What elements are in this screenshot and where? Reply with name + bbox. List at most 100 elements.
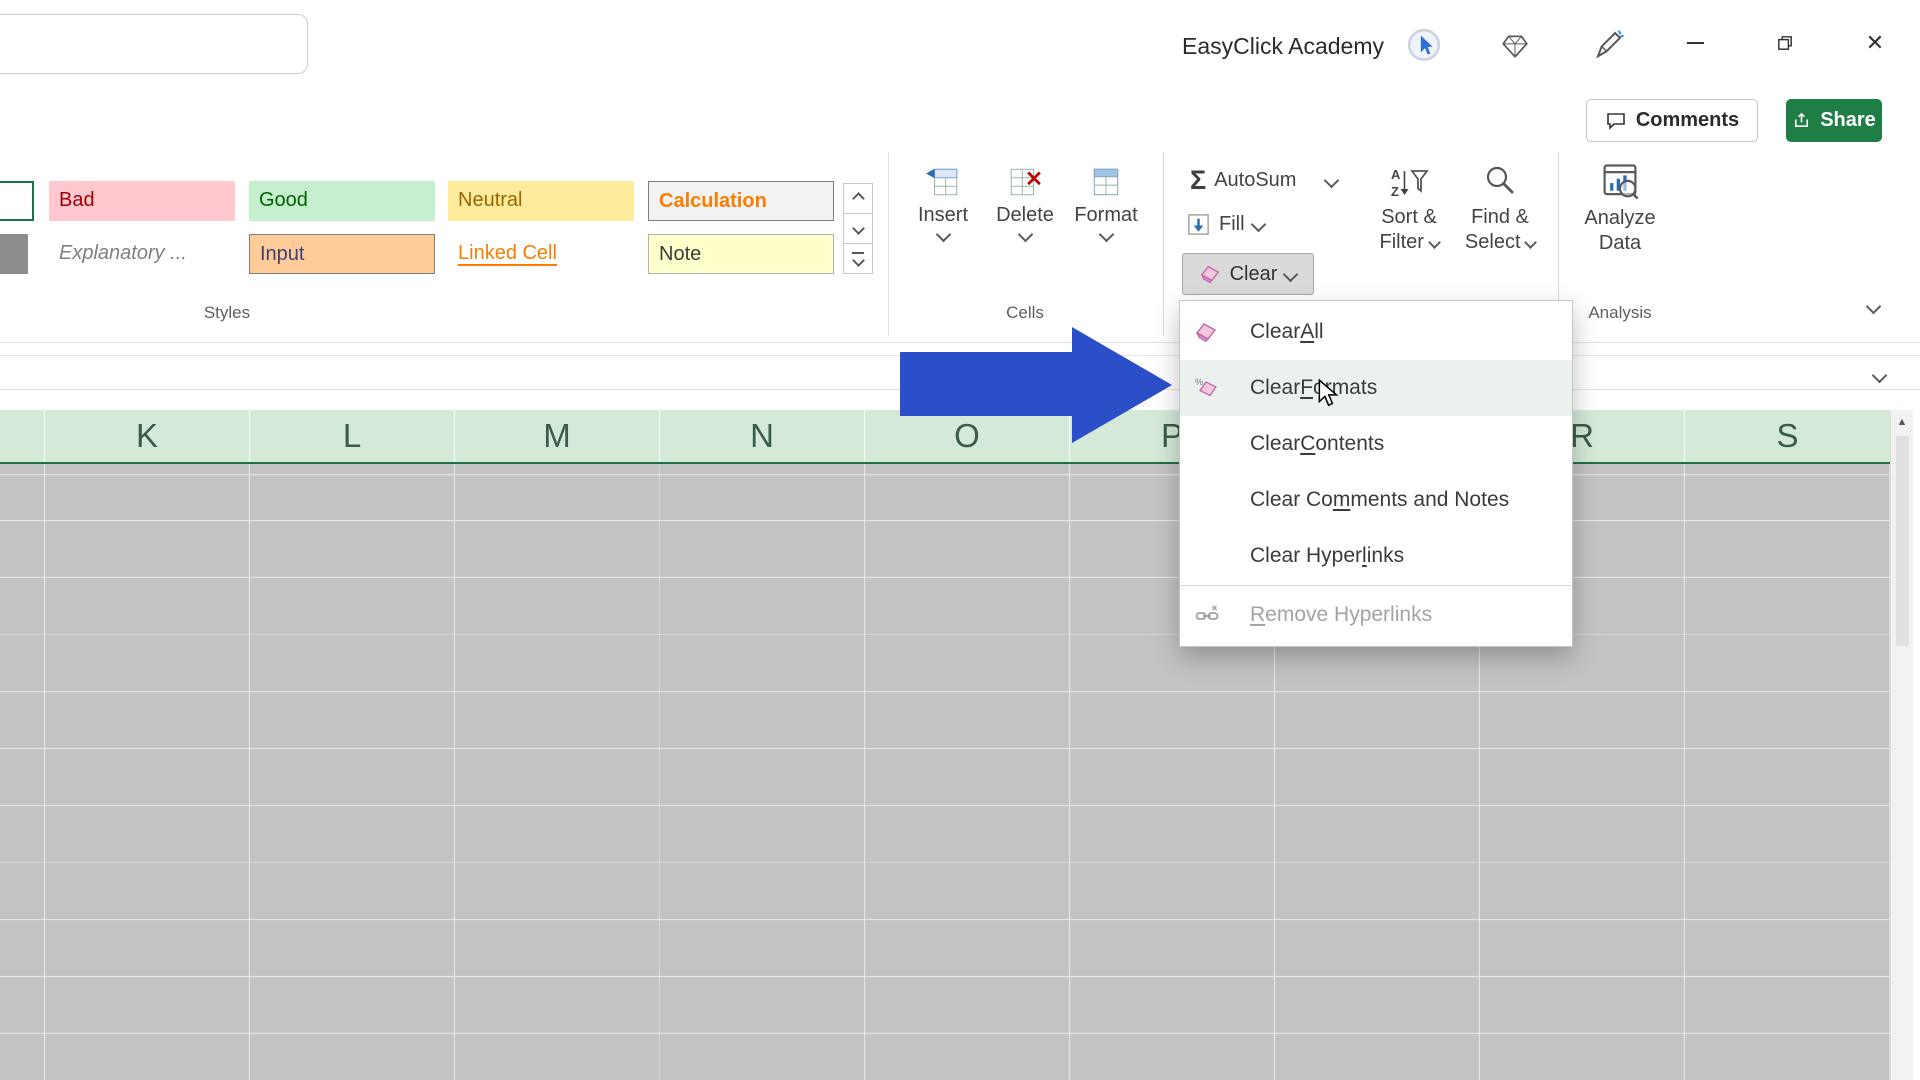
analyze-data-icon [1598,160,1642,204]
linked-cell-label: Linked Cell [458,242,557,266]
arrow-annotation [895,320,1180,450]
chevron-down-icon [1524,236,1537,249]
format-label: Format [1074,204,1137,226]
insert-cells-icon [925,163,961,201]
styles-group-label: Styles [127,303,327,323]
sort-filter-button[interactable]: A Z Sort & Filter [1368,163,1450,253]
expand-formula-bar-button[interactable] [1874,367,1885,385]
insert-button[interactable]: Insert [903,163,983,240]
analyze-label-1: Analyze [1584,207,1655,229]
delete-label: Delete [996,204,1054,226]
column-header-partial[interactable] [0,410,45,462]
delete-button[interactable]: Delete [985,163,1065,240]
eraser-icon [1200,263,1222,285]
scrollbar-up-icon[interactable]: ▲ [1891,410,1913,428]
chevron-down-icon [1098,227,1114,243]
gallery-more-button[interactable] [843,243,873,274]
close-icon: ✕ [1866,30,1884,56]
insert-label: Insert [918,204,968,226]
chevron-down-icon [1324,172,1340,188]
find-select-button[interactable]: Find & Select [1458,163,1542,253]
menu-item-clear-all[interactable]: Clear All [1180,304,1572,360]
group-separator [1163,152,1164,336]
menu-separator [1180,585,1572,586]
menu-item-clear-comments-notes[interactable]: Clear Comments and Notes [1180,472,1572,528]
column-header-K[interactable]: K [45,410,250,462]
analyze-label-2: Data [1599,232,1641,254]
fill-icon [1186,212,1211,237]
scrollbar-thumb[interactable] [1896,436,1909,646]
remove-hyperlink-icon [1192,603,1222,627]
delete-cells-icon [1007,163,1043,201]
excel-window: EasyClick Academy ✕ [0,0,1920,1080]
autosum-icon: Σ [1190,167,1206,193]
sheet-grid-selected[interactable] [0,464,1890,1080]
style-cell-input[interactable]: Input [249,234,435,274]
chevron-down-icon [1250,216,1266,232]
gallery-scroll-up-button[interactable] [843,183,873,214]
account-name[interactable]: EasyClick Academy [1182,33,1384,60]
style-cell-explanatory[interactable]: Explanatory ... [49,234,235,274]
chevron-down-icon [1428,236,1441,249]
premium-diamond-icon[interactable] [1500,31,1530,66]
restore-icon [1776,34,1794,52]
chevron-down-icon [935,227,951,243]
group-separator [888,152,889,336]
fill-label: Fill [1219,213,1245,236]
pen-sparkle-icon[interactable] [1592,27,1626,66]
analyze-data-button[interactable]: Analyze Data [1576,160,1664,254]
minimize-button[interactable] [1672,22,1718,64]
share-icon [1792,111,1811,130]
gallery-scroll-down-button[interactable] [843,213,873,244]
clear-button[interactable]: Clear [1182,253,1314,295]
fill-button[interactable]: Fill [1186,208,1264,240]
comments-button[interactable]: Comments [1586,99,1758,142]
vertical-scrollbar[interactable]: ▲ [1890,410,1913,1080]
menu-item-clear-formats[interactable]: % Clear Formats [1180,360,1572,416]
chevron-down-icon [1872,368,1888,384]
style-cell-note[interactable]: Note [648,234,834,274]
sort-filter-icon: A Z [1388,163,1430,203]
style-cell-calculation[interactable]: Calculation [648,181,834,221]
find-select-label-2: Select [1465,231,1535,253]
menu-item-clear-hyperlinks[interactable]: Clear Hyperlinks [1180,528,1572,584]
style-cell-partial-selected[interactable] [0,181,34,221]
comments-label: Comments [1636,109,1739,132]
style-cell-partial[interactable] [0,234,28,274]
clear-dropdown-menu: Clear All % Clear Formats Clear Contents… [1179,300,1573,647]
column-header-N[interactable]: N [660,410,865,462]
style-cell-neutral[interactable]: Neutral [448,181,634,221]
mouse-cursor [1316,378,1342,408]
scroll-down-icon [852,222,865,235]
format-button[interactable]: Format [1066,163,1146,240]
share-button[interactable]: Share [1786,99,1882,142]
screen-record-indicator-icon[interactable] [1406,27,1442,68]
floating-panel [0,14,308,74]
share-label: Share [1820,109,1876,132]
find-select-label-1: Find & [1471,206,1529,228]
clear-label: Clear [1230,263,1278,286]
collapse-ribbon-button[interactable] [1868,298,1879,316]
style-cell-good[interactable]: Good [249,181,435,221]
style-cell-linked-cell[interactable]: Linked Cell [448,234,634,274]
menu-item-remove-hyperlinks[interactable]: Remove Hyperlinks [1180,587,1572,643]
sort-filter-label-2: Filter [1379,231,1438,253]
minimize-icon [1687,42,1704,44]
close-button[interactable]: ✕ [1852,22,1898,64]
svg-text:%: % [1195,377,1203,387]
svg-text:Z: Z [1391,184,1399,199]
chevron-down-icon [1866,299,1882,315]
autosum-button[interactable]: Σ AutoSum [1190,164,1337,196]
comment-icon [1605,110,1627,132]
scroll-up-icon [852,192,865,205]
chevron-down-icon [1017,227,1033,243]
chevron-down-icon [1283,266,1299,282]
restore-button[interactable] [1762,22,1808,64]
column-header-S[interactable]: S [1685,410,1890,462]
eraser-icon [1192,320,1222,344]
style-cell-bad[interactable]: Bad [49,181,235,221]
sort-filter-label-1: Sort & [1381,206,1437,228]
column-header-L[interactable]: L [250,410,455,462]
column-header-M[interactable]: M [455,410,660,462]
menu-item-clear-contents[interactable]: Clear Contents [1180,416,1572,472]
